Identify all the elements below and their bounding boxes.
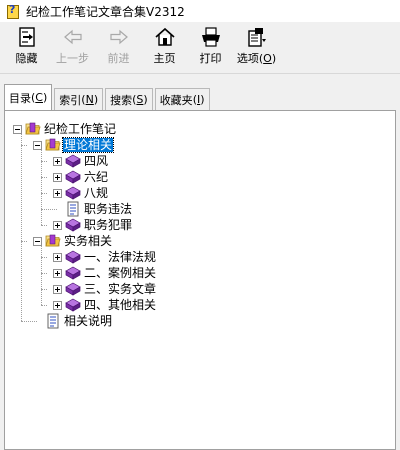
book-icon [65, 169, 81, 185]
tree-node-label: 职务违法 [84, 202, 133, 216]
tree-node-label: 六纪 [84, 170, 109, 184]
options-button-label: 选项(O) [236, 52, 277, 65]
book-icon [65, 297, 81, 313]
tree-node-item[interactable]: 三、实务文章 [53, 281, 157, 297]
tree-node-label: 纪检工作笔记 [44, 122, 117, 136]
book-icon [65, 153, 81, 169]
expand-plus-icon[interactable] [53, 188, 62, 198]
tree-node-item[interactable]: 八规 [53, 185, 109, 201]
tree-node-label: 四风 [84, 154, 109, 168]
collapse-minus-icon[interactable] [13, 124, 22, 134]
contents-tree-panel[interactable]: 纪检工作笔记 理论相关 四风六纪八规职务违法职务犯罪实务相关一、法律法规 二、案例相关… [4, 110, 396, 450]
tree-node-label: 二、案例相关 [84, 266, 157, 280]
tree-connector [41, 246, 43, 305]
tab-contents[interactable]: 目录(C) [4, 84, 53, 110]
contents-tree[interactable]: 纪检工作笔记 理论相关 四风六纪八规职务违法职务犯罪实务相关一、法律法规 二、案例相关… [5, 111, 395, 449]
expand-plus-icon[interactable] [53, 252, 62, 262]
tree-node-label: 四、其他相关 [84, 298, 157, 312]
tree-node-root[interactable]: 纪检工作笔记 [13, 121, 117, 137]
book-icon [65, 249, 81, 265]
home-icon [153, 25, 177, 49]
options-button[interactable]: 选项(O) [234, 22, 279, 70]
tab-search[interactable]: 搜索(S) [105, 88, 153, 110]
tree-connector [21, 321, 37, 323]
expand-plus-icon[interactable] [53, 268, 62, 278]
forward-button-label: 前进 [107, 52, 130, 65]
forward-button[interactable]: 前进 [96, 22, 141, 70]
tree-node-item[interactable]: 职务犯罪 [53, 217, 133, 233]
window-title: 纪检工作笔记文章合集V2312 [26, 4, 185, 19]
home-button[interactable]: 主页 [142, 22, 187, 70]
tree-connector [21, 134, 23, 321]
back-arrow-icon [61, 25, 85, 49]
tree-node-item[interactable]: 二、案例相关 [53, 265, 157, 281]
tree-node-label: 相关说明 [64, 314, 113, 328]
tree-node-item[interactable]: 相关说明 [33, 313, 113, 329]
page-icon [65, 201, 81, 217]
home-button-label: 主页 [153, 52, 176, 65]
tree-node-label: 一、法律法规 [84, 250, 157, 264]
open-folder-icon [25, 121, 41, 137]
tree-node-label: 八规 [84, 186, 109, 200]
print-button[interactable]: 打印 [188, 22, 233, 70]
tree-node-group[interactable]: 实务相关 [33, 233, 113, 249]
tree-node-label: 理论相关 [61, 137, 115, 153]
app-help-icon: ? [6, 3, 20, 19]
title-bar: ? 纪检工作笔记文章合集V2312 [0, 0, 400, 22]
toolbar-divider [0, 73, 400, 74]
book-icon [65, 281, 81, 297]
forward-arrow-icon [107, 25, 131, 49]
expand-plus-icon[interactable] [53, 156, 62, 166]
tree-node-item[interactable]: 职务违法 [53, 201, 133, 217]
open-folder-icon [45, 233, 61, 249]
tree-node-label: 职务犯罪 [84, 218, 133, 232]
tree-connector [41, 209, 57, 211]
tab-favorites[interactable]: 收藏夹(I) [154, 88, 210, 110]
expand-plus-icon[interactable] [53, 220, 62, 230]
back-button-label: 上一步 [56, 52, 89, 65]
tree-node-label: 实务相关 [64, 234, 113, 248]
tab-index[interactable]: 索引(N) [54, 88, 104, 110]
collapse-minus-icon[interactable] [33, 140, 42, 150]
tree-connector [41, 150, 43, 225]
tree-node-item[interactable]: 一、法律法规 [53, 249, 157, 265]
tree-node-label: 三、实务文章 [84, 282, 157, 296]
collapse-minus-icon[interactable] [33, 236, 42, 246]
expand-plus-icon[interactable] [53, 300, 62, 310]
back-button[interactable]: 上一步 [50, 22, 95, 70]
expand-plus-icon[interactable] [53, 284, 62, 294]
book-icon [65, 185, 81, 201]
nav-tabs: 目录(C) 索引(N) 搜索(S) 收藏夹(I) [4, 84, 212, 110]
hide-button-label: 隐藏 [15, 52, 38, 65]
open-folder-icon [45, 137, 61, 153]
tree-node-item[interactable]: 六纪 [53, 169, 109, 185]
tree-connector [41, 225, 47, 227]
tree-connector [21, 241, 27, 243]
tree-node-item[interactable]: 四风 [53, 153, 109, 169]
tree-connector [41, 305, 47, 307]
book-icon [65, 265, 81, 281]
tree-node-group[interactable]: 理论相关 [33, 137, 115, 153]
toolbar: 隐藏 上一步 前进 主页 打印 选项(O) [0, 22, 400, 70]
tree-connector [21, 145, 27, 147]
printer-icon [199, 25, 223, 49]
page-icon [45, 313, 61, 329]
expand-plus-icon[interactable] [53, 172, 62, 182]
hide-panel-icon [15, 25, 39, 49]
options-icon [245, 25, 269, 49]
print-button-label: 打印 [199, 52, 222, 65]
tree-node-item[interactable]: 四、其他相关 [53, 297, 157, 313]
book-icon [65, 217, 81, 233]
hide-button[interactable]: 隐藏 [4, 22, 49, 70]
